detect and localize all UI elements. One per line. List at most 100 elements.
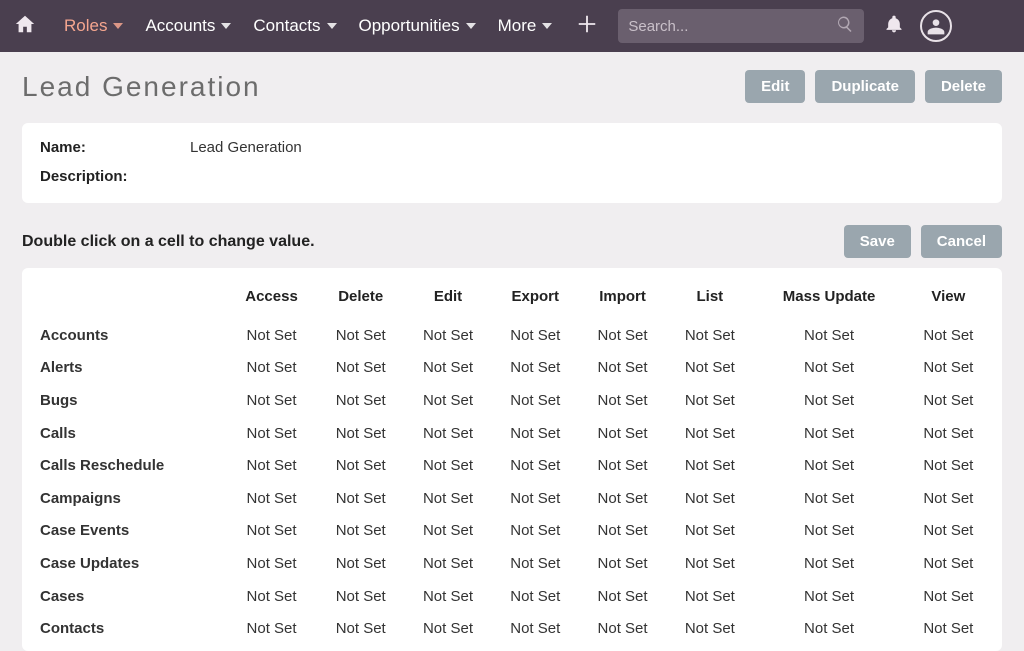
permission-cell[interactable]: Not Set	[579, 580, 666, 613]
permission-cell[interactable]: Not Set	[905, 547, 992, 580]
permission-cell[interactable]: Not Set	[317, 547, 404, 580]
permission-cell[interactable]: Not Set	[226, 515, 317, 548]
nav-item-accounts[interactable]: Accounts	[135, 10, 241, 42]
permission-cell[interactable]: Not Set	[492, 417, 579, 450]
permission-cell[interactable]: Not Set	[579, 482, 666, 515]
permission-cell[interactable]: Not Set	[666, 547, 753, 580]
permission-cell[interactable]: Not Set	[226, 319, 317, 352]
permission-cell[interactable]: Not Set	[492, 612, 579, 645]
nav-item-more[interactable]: More	[488, 10, 563, 42]
permission-cell[interactable]: Not Set	[226, 352, 317, 385]
permission-cell[interactable]: Not Set	[404, 515, 491, 548]
permission-cell[interactable]: Not Set	[492, 449, 579, 482]
permission-cell[interactable]: Not Set	[905, 612, 992, 645]
plus-icon[interactable]	[576, 13, 598, 40]
permission-cell[interactable]: Not Set	[753, 417, 904, 450]
home-icon[interactable]	[14, 13, 36, 40]
nav-item-opportunities[interactable]: Opportunities	[349, 10, 486, 42]
search-input[interactable]	[628, 18, 836, 35]
permission-cell[interactable]: Not Set	[666, 580, 753, 613]
permission-cell[interactable]: Not Set	[666, 482, 753, 515]
permission-cell[interactable]: Not Set	[753, 352, 904, 385]
permission-cell[interactable]: Not Set	[226, 580, 317, 613]
column-header: Edit	[404, 282, 491, 319]
permission-cell[interactable]: Not Set	[579, 612, 666, 645]
permission-cell[interactable]: Not Set	[905, 449, 992, 482]
permission-cell[interactable]: Not Set	[905, 319, 992, 352]
search-box[interactable]	[618, 9, 864, 43]
permission-cell[interactable]: Not Set	[404, 352, 491, 385]
permission-cell[interactable]: Not Set	[666, 352, 753, 385]
permission-cell[interactable]: Not Set	[905, 352, 992, 385]
permission-cell[interactable]: Not Set	[404, 482, 491, 515]
permission-cell[interactable]: Not Set	[317, 449, 404, 482]
permission-cell[interactable]: Not Set	[226, 384, 317, 417]
permission-cell[interactable]: Not Set	[666, 449, 753, 482]
permission-cell[interactable]: Not Set	[317, 580, 404, 613]
permission-cell[interactable]: Not Set	[404, 612, 491, 645]
permission-cell[interactable]: Not Set	[666, 515, 753, 548]
permission-cell[interactable]: Not Set	[666, 319, 753, 352]
permission-cell[interactable]: Not Set	[404, 547, 491, 580]
avatar[interactable]	[920, 10, 952, 42]
permission-cell[interactable]: Not Set	[666, 384, 753, 417]
permission-cell[interactable]: Not Set	[753, 547, 904, 580]
permission-cell[interactable]: Not Set	[317, 612, 404, 645]
permission-cell[interactable]: Not Set	[226, 482, 317, 515]
permission-cell[interactable]: Not Set	[226, 449, 317, 482]
permission-cell[interactable]: Not Set	[226, 417, 317, 450]
delete-button[interactable]: Delete	[925, 70, 1002, 103]
permission-cell[interactable]: Not Set	[317, 482, 404, 515]
table-row: Calls RescheduleNot SetNot SetNot SetNot…	[36, 449, 992, 482]
edit-button[interactable]: Edit	[745, 70, 805, 103]
permission-cell[interactable]: Not Set	[579, 352, 666, 385]
permission-cell[interactable]: Not Set	[905, 482, 992, 515]
permission-cell[interactable]: Not Set	[492, 352, 579, 385]
permission-cell[interactable]: Not Set	[317, 319, 404, 352]
permission-cell[interactable]: Not Set	[753, 319, 904, 352]
permission-cell[interactable]: Not Set	[492, 547, 579, 580]
permission-cell[interactable]: Not Set	[579, 515, 666, 548]
permission-cell[interactable]: Not Set	[317, 352, 404, 385]
permission-cell[interactable]: Not Set	[492, 319, 579, 352]
bell-icon[interactable]	[884, 14, 904, 39]
permission-cell[interactable]: Not Set	[905, 384, 992, 417]
permission-cell[interactable]: Not Set	[317, 384, 404, 417]
permission-cell[interactable]: Not Set	[579, 547, 666, 580]
column-header-blank	[36, 282, 226, 319]
permission-cell[interactable]: Not Set	[666, 417, 753, 450]
permission-cell[interactable]: Not Set	[404, 319, 491, 352]
permission-cell[interactable]: Not Set	[905, 417, 992, 450]
cancel-button[interactable]: Cancel	[921, 225, 1002, 258]
permission-cell[interactable]: Not Set	[226, 612, 317, 645]
permission-cell[interactable]: Not Set	[753, 449, 904, 482]
permission-cell[interactable]: Not Set	[753, 482, 904, 515]
nav-item-roles[interactable]: Roles	[54, 10, 133, 42]
nav-item-contacts[interactable]: Contacts	[243, 10, 346, 42]
permission-cell[interactable]: Not Set	[492, 384, 579, 417]
permission-cell[interactable]: Not Set	[579, 384, 666, 417]
nav-item-label: Accounts	[145, 16, 215, 36]
permission-cell[interactable]: Not Set	[317, 515, 404, 548]
permission-cell[interactable]: Not Set	[404, 580, 491, 613]
permission-cell[interactable]: Not Set	[492, 482, 579, 515]
permission-cell[interactable]: Not Set	[579, 417, 666, 450]
permission-cell[interactable]: Not Set	[753, 384, 904, 417]
permission-cell[interactable]: Not Set	[905, 515, 992, 548]
permission-cell[interactable]: Not Set	[492, 580, 579, 613]
save-button[interactable]: Save	[844, 225, 911, 258]
permission-cell[interactable]: Not Set	[226, 547, 317, 580]
duplicate-button[interactable]: Duplicate	[815, 70, 915, 103]
permission-cell[interactable]: Not Set	[579, 319, 666, 352]
permission-cell[interactable]: Not Set	[404, 417, 491, 450]
permission-cell[interactable]: Not Set	[404, 449, 491, 482]
permission-cell[interactable]: Not Set	[753, 515, 904, 548]
permission-cell[interactable]: Not Set	[666, 612, 753, 645]
permission-cell[interactable]: Not Set	[404, 384, 491, 417]
permission-cell[interactable]: Not Set	[317, 417, 404, 450]
permission-cell[interactable]: Not Set	[753, 580, 904, 613]
permission-cell[interactable]: Not Set	[753, 612, 904, 645]
permission-cell[interactable]: Not Set	[492, 515, 579, 548]
permission-cell[interactable]: Not Set	[905, 580, 992, 613]
permission-cell[interactable]: Not Set	[579, 449, 666, 482]
